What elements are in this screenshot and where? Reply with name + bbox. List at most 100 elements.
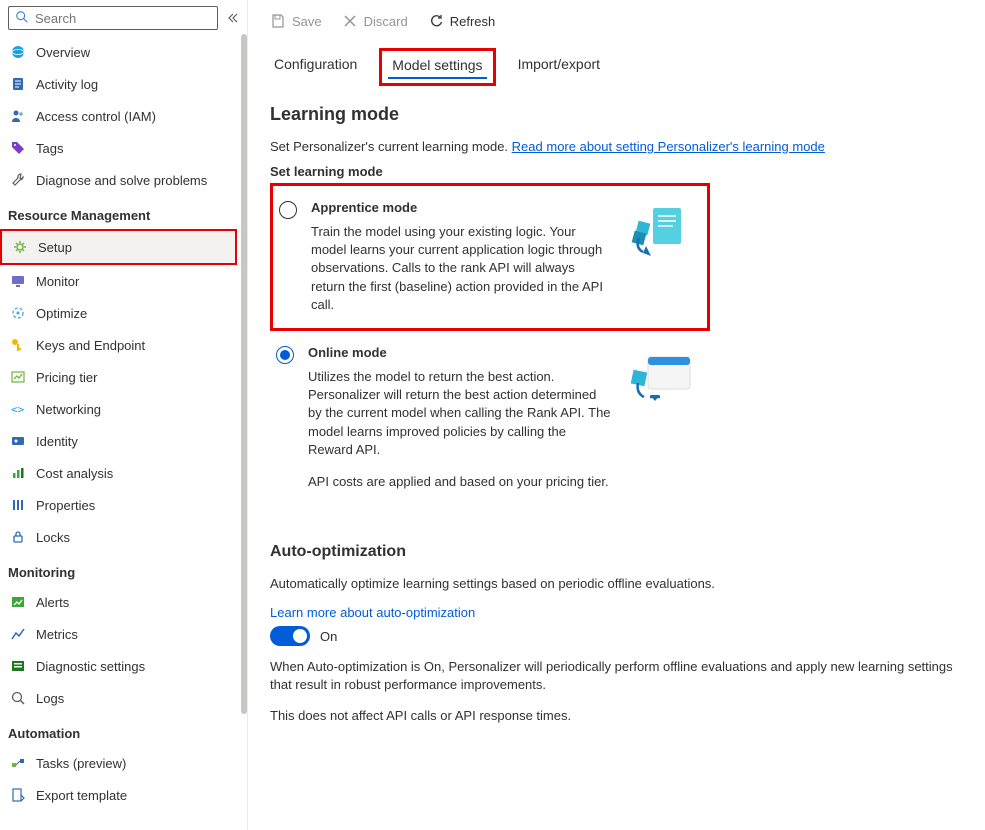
- nav-list: Overview Activity log Access control (IA…: [0, 36, 247, 830]
- sidebar-item-label: Optimize: [36, 306, 87, 321]
- key-icon: [10, 337, 26, 353]
- sidebar-item-metrics[interactable]: Metrics: [0, 618, 243, 650]
- discard-icon: [342, 13, 358, 29]
- sidebar-item-identity[interactable]: Identity: [0, 425, 243, 457]
- sidebar-item-label: Tags: [36, 141, 63, 156]
- tab-model-settings[interactable]: Model settings: [379, 48, 495, 86]
- sidebar-item-export-template[interactable]: Export template: [0, 779, 243, 811]
- sidebar-item-tags[interactable]: Tags: [0, 132, 243, 164]
- sidebar-item-optimize[interactable]: Optimize: [0, 297, 243, 329]
- sidebar-section-resource-management: Resource Management: [0, 196, 243, 229]
- discard-button[interactable]: Discard: [334, 9, 416, 33]
- sidebar-scrollbar[interactable]: [241, 34, 247, 830]
- apprentice-mode-title: Apprentice mode: [311, 200, 609, 215]
- refresh-button[interactable]: Refresh: [420, 9, 504, 33]
- sidebar-item-label: Identity: [36, 434, 78, 449]
- save-icon: [270, 13, 286, 29]
- pricing-icon: [10, 369, 26, 385]
- apprentice-mode-option[interactable]: Apprentice mode Train the model using yo…: [270, 183, 710, 331]
- sidebar-item-alerts[interactable]: Alerts: [0, 586, 243, 618]
- sidebar-item-label: Pricing tier: [36, 370, 97, 385]
- tabs: Configuration Model settings Import/expo…: [262, 40, 985, 86]
- tab-configuration[interactable]: Configuration: [270, 48, 361, 86]
- gear-icon: [12, 239, 28, 255]
- sidebar-item-monitor[interactable]: Monitor: [0, 265, 243, 297]
- auto-optimization-para3: This does not affect API calls or API re…: [270, 707, 969, 725]
- tag-icon: [10, 140, 26, 156]
- people-icon: [10, 108, 26, 124]
- sidebar-item-pricing[interactable]: Pricing tier: [0, 361, 243, 393]
- auto-optimization-toggle-label: On: [320, 629, 337, 644]
- sidebar-item-label: Logs: [36, 691, 64, 706]
- sidebar: Overview Activity log Access control (IA…: [0, 0, 248, 830]
- sidebar-item-logs[interactable]: Logs: [0, 682, 243, 714]
- search-input[interactable]: [35, 11, 211, 26]
- globe-icon: [10, 44, 26, 60]
- save-button[interactable]: Save: [262, 9, 330, 33]
- sidebar-item-label: Export template: [36, 788, 127, 803]
- sidebar-item-label: Setup: [38, 240, 72, 255]
- online-mode-title: Online mode: [308, 345, 612, 360]
- network-icon: <>: [10, 401, 26, 417]
- alerts-icon: [10, 594, 26, 610]
- identity-icon: [10, 433, 26, 449]
- sidebar-item-setup[interactable]: Setup: [2, 231, 235, 263]
- sidebar-item-label: Diagnose and solve problems: [36, 173, 207, 188]
- sidebar-section-automation: Automation: [0, 714, 243, 747]
- learning-mode-link[interactable]: Read more about setting Personalizer's l…: [512, 139, 825, 154]
- sidebar-item-label: Locks: [36, 530, 70, 545]
- sidebar-item-label: Diagnostic settings: [36, 659, 145, 674]
- optimize-icon: [10, 305, 26, 321]
- sidebar-item-overview[interactable]: Overview: [0, 36, 243, 68]
- collapse-sidebar-button[interactable]: [224, 8, 239, 28]
- apprentice-radio[interactable]: [279, 201, 297, 219]
- sidebar-item-label: Access control (IAM): [36, 109, 156, 124]
- apprentice-mode-desc: Train the model using your existing logi…: [311, 223, 609, 314]
- search-box[interactable]: [8, 6, 218, 30]
- sidebar-item-diagnose[interactable]: Diagnose and solve problems: [0, 164, 243, 196]
- log-icon: [10, 76, 26, 92]
- logs-icon: [10, 690, 26, 706]
- sidebar-item-networking[interactable]: <> Networking: [0, 393, 243, 425]
- auto-optimization-para2: When Auto-optimization is On, Personaliz…: [270, 658, 969, 694]
- auto-optimization-toggle[interactable]: [270, 626, 310, 646]
- sidebar-item-label: Metrics: [36, 627, 78, 642]
- online-mode-desc: Utilizes the model to return the best ac…: [308, 368, 612, 459]
- auto-optimization-desc: Automatically optimize learning settings…: [270, 575, 969, 593]
- tab-import-export[interactable]: Import/export: [514, 48, 604, 86]
- sidebar-item-label: Cost analysis: [36, 466, 113, 481]
- online-illustration: [626, 345, 696, 415]
- online-mode-desc2: API costs are applied and based on your …: [308, 473, 612, 491]
- sidebar-item-label: Alerts: [36, 595, 69, 610]
- main-content: Save Discard Refresh Configuration Model…: [248, 0, 985, 830]
- sidebar-item-label: Properties: [36, 498, 95, 513]
- svg-text:<>: <>: [11, 403, 25, 416]
- online-radio[interactable]: [276, 346, 294, 364]
- sidebar-item-label: Networking: [36, 402, 101, 417]
- lock-icon: [10, 529, 26, 545]
- auto-optimization-link[interactable]: Learn more about auto-optimization: [270, 605, 475, 620]
- sidebar-item-label: Tasks (preview): [36, 756, 126, 771]
- sidebar-item-label: Activity log: [36, 77, 98, 92]
- toolbar: Save Discard Refresh: [262, 0, 985, 40]
- sidebar-item-label: Keys and Endpoint: [36, 338, 145, 353]
- sidebar-item-locks[interactable]: Locks: [0, 521, 243, 553]
- sidebar-item-tasks[interactable]: Tasks (preview): [0, 747, 243, 779]
- online-mode-option[interactable]: Online mode Utilizes the model to return…: [270, 331, 710, 505]
- learning-mode-title: Learning mode: [270, 104, 969, 125]
- sidebar-item-keys[interactable]: Keys and Endpoint: [0, 329, 243, 361]
- sidebar-item-label: Overview: [36, 45, 90, 60]
- sidebar-section-monitoring: Monitoring: [0, 553, 243, 586]
- cost-icon: [10, 465, 26, 481]
- search-icon: [15, 10, 29, 27]
- set-learning-mode-label: Set learning mode: [270, 164, 969, 179]
- apprentice-illustration: [623, 200, 693, 270]
- sidebar-item-cost[interactable]: Cost analysis: [0, 457, 243, 489]
- sidebar-item-diagnostic-settings[interactable]: Diagnostic settings: [0, 650, 243, 682]
- diagnostic-icon: [10, 658, 26, 674]
- sidebar-item-properties[interactable]: Properties: [0, 489, 243, 521]
- sidebar-item-label: Monitor: [36, 274, 79, 289]
- learning-mode-desc: Set Personalizer's current learning mode…: [270, 139, 969, 154]
- sidebar-item-activity-log[interactable]: Activity log: [0, 68, 243, 100]
- sidebar-item-access-control[interactable]: Access control (IAM): [0, 100, 243, 132]
